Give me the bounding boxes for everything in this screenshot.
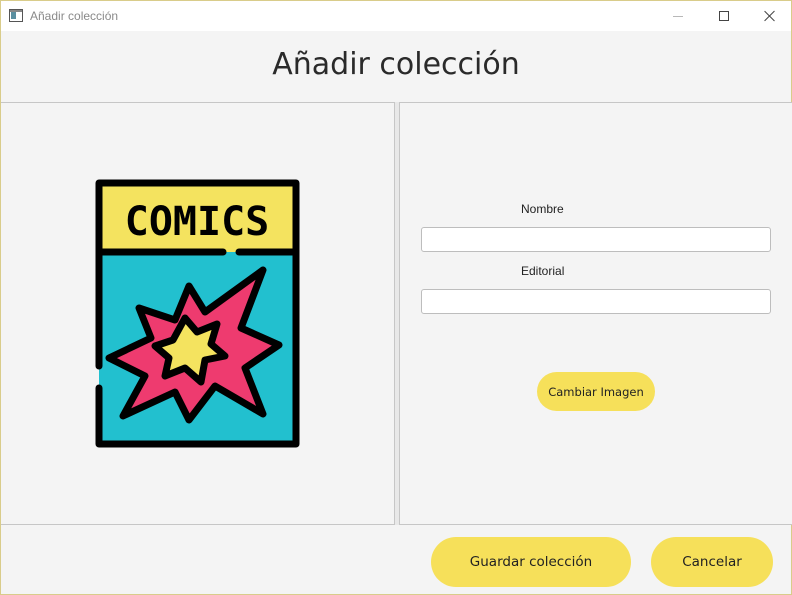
window-title: Añadir colección bbox=[30, 9, 119, 23]
nombre-label: Nombre bbox=[521, 202, 564, 216]
change-image-button[interactable]: Cambiar Imagen bbox=[537, 372, 655, 411]
comic-cover-title: COMICS bbox=[125, 199, 270, 245]
close-button[interactable] bbox=[747, 1, 792, 31]
page-title: Añadir colección bbox=[272, 47, 520, 82]
maximize-icon bbox=[719, 11, 729, 21]
dialog-window: Añadir colección Añadir colección COMICS… bbox=[0, 0, 792, 595]
editorial-input[interactable] bbox=[421, 289, 771, 314]
nombre-input[interactable] bbox=[421, 227, 771, 252]
save-collection-button[interactable]: Guardar colección bbox=[431, 537, 631, 587]
minimize-icon bbox=[673, 15, 683, 17]
app-window-icon bbox=[9, 9, 23, 22]
maximize-button[interactable] bbox=[701, 1, 747, 31]
title-bar[interactable]: Añadir colección bbox=[1, 1, 791, 31]
cancel-button[interactable]: Cancelar bbox=[651, 537, 773, 587]
comic-book-icon: COMICS bbox=[95, 179, 300, 448]
minimize-button[interactable] bbox=[655, 1, 701, 31]
close-icon bbox=[764, 10, 776, 22]
editorial-label: Editorial bbox=[521, 264, 565, 278]
